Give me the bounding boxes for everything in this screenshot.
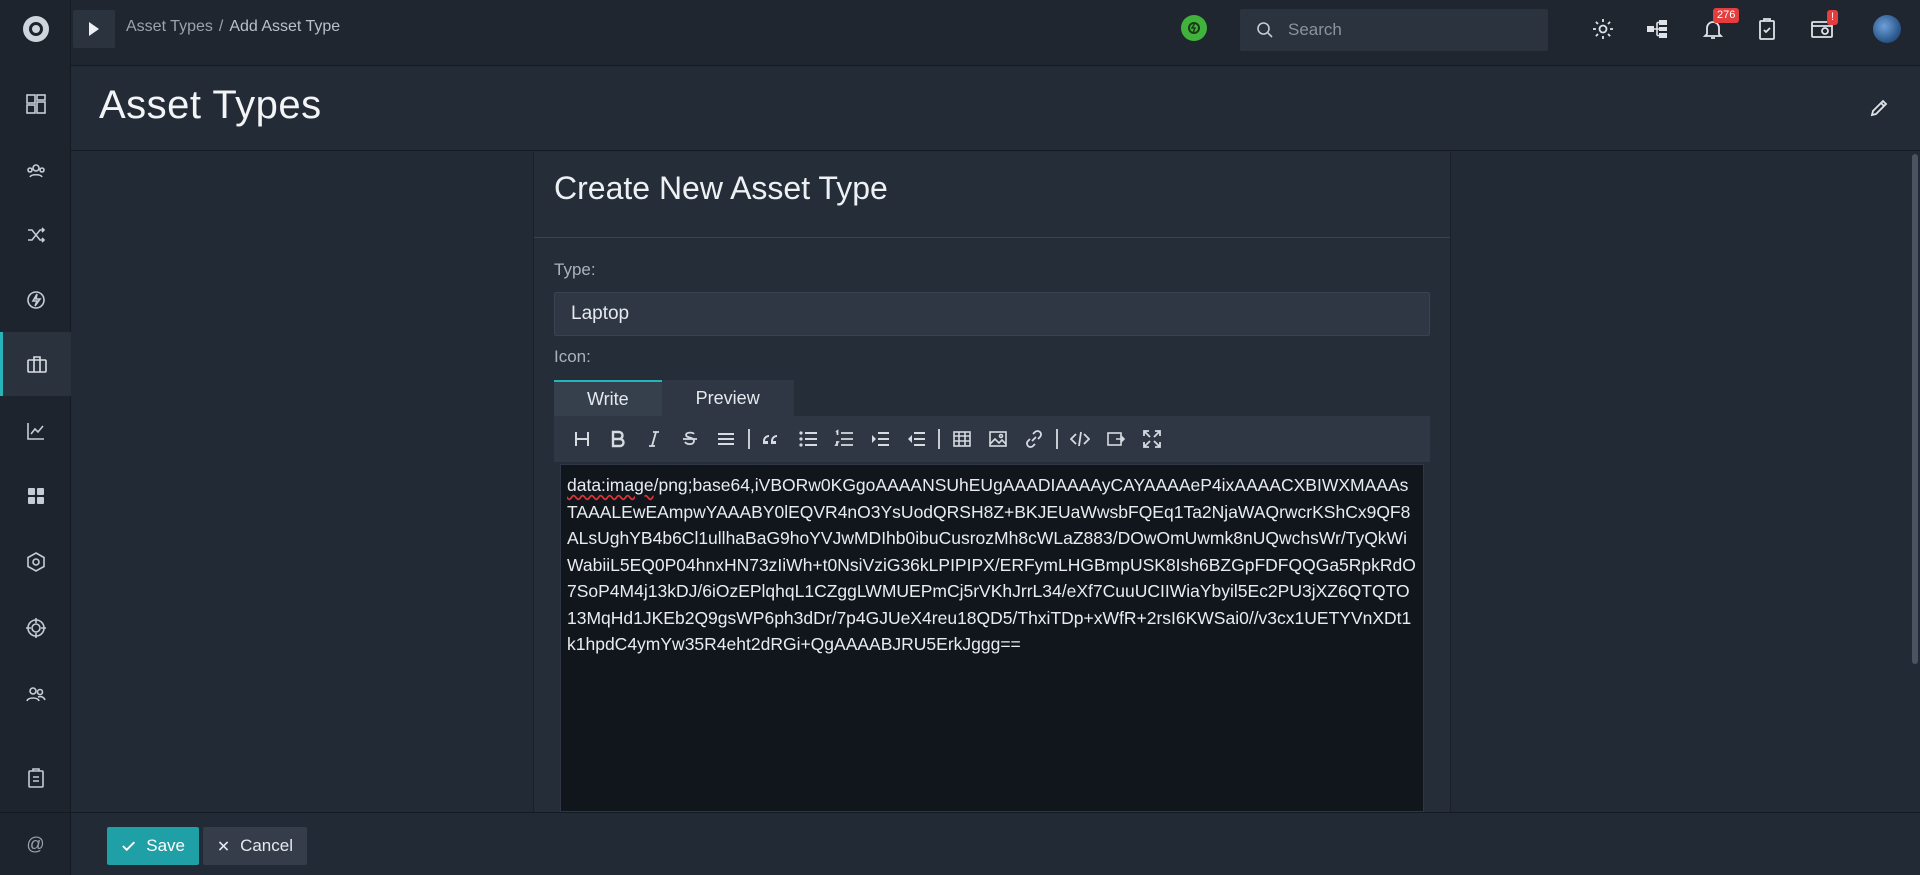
sidebar-toggle-button[interactable] <box>73 10 115 48</box>
create-asset-type-panel: Create New Asset Type Type: Icon: Write … <box>533 152 1451 812</box>
quote-icon[interactable] <box>754 421 790 457</box>
app-logo-icon[interactable] <box>0 0 71 57</box>
scrollbar-thumb[interactable] <box>1912 154 1918 664</box>
task-clipboard-icon[interactable] <box>1752 14 1782 44</box>
cancel-button[interactable]: Cancel <box>203 827 307 865</box>
table-icon[interactable] <box>944 421 980 457</box>
editor-toolbar <box>554 416 1430 462</box>
tab-write[interactable]: Write <box>554 380 662 416</box>
link-icon[interactable] <box>1016 421 1052 457</box>
icon-label: Icon: <box>554 347 591 366</box>
system-alert-icon[interactable]: ! <box>1807 10 1839 44</box>
status-indicator-icon[interactable] <box>1181 15 1207 41</box>
cancel-button-label: Cancel <box>240 836 293 855</box>
briefcase-icon[interactable] <box>0 332 71 396</box>
bolt-icon[interactable] <box>0 268 71 332</box>
users-icon[interactable] <box>0 662 71 726</box>
user-avatar[interactable] <box>1873 15 1901 43</box>
bold-icon[interactable] <box>600 421 636 457</box>
editor-tabs: Write Preview <box>554 380 794 416</box>
hexagon-icon[interactable] <box>0 530 71 594</box>
search-input[interactable] <box>1288 20 1518 40</box>
form-footer: Save Cancel <box>71 812 1920 875</box>
strikethrough-icon[interactable] <box>672 421 708 457</box>
alert-badge: ! <box>1827 10 1839 25</box>
editor-text-prefix: data:image <box>567 475 654 495</box>
toolbar-separator <box>748 429 750 449</box>
dashboard-icon[interactable] <box>0 72 71 136</box>
page-title: Asset Types <box>99 83 322 127</box>
page-header: Asset Types <box>71 67 1920 151</box>
toolbar-separator <box>938 429 940 449</box>
divider <box>534 237 1450 238</box>
left-sidebar: @ <box>0 0 71 875</box>
fullscreen-icon[interactable] <box>1134 421 1170 457</box>
page-scrollbar[interactable] <box>1910 152 1920 664</box>
analytics-icon[interactable] <box>0 399 71 463</box>
notifications-bell-icon[interactable]: 276 <box>1698 8 1740 44</box>
type-label: Type: <box>554 260 596 279</box>
horizontal-rule-icon[interactable] <box>708 421 744 457</box>
close-icon <box>218 841 229 851</box>
heading-icon[interactable] <box>564 421 600 457</box>
numbered-list-icon[interactable] <box>826 421 862 457</box>
search-icon <box>1257 22 1273 38</box>
shuffle-icon[interactable] <box>0 203 71 267</box>
at-sign-icon[interactable]: @ <box>0 812 71 875</box>
tab-preview[interactable]: Preview <box>661 380 794 416</box>
breadcrumb: Asset Types / Add Asset Type <box>126 18 341 35</box>
editor-text: /png;base64,iVBORw0KGgoAAAANSUhEUgAAADIA… <box>567 475 1416 654</box>
type-input[interactable] <box>554 292 1430 336</box>
indent-icon[interactable] <box>862 421 898 457</box>
bullet-list-icon[interactable] <box>790 421 826 457</box>
hierarchy-icon[interactable] <box>1642 14 1672 44</box>
search-box[interactable] <box>1240 9 1548 51</box>
edit-pencil-icon[interactable] <box>1868 97 1890 119</box>
breadcrumb-parent[interactable]: Asset Types <box>126 18 213 35</box>
toolbar-separator <box>1056 429 1058 449</box>
notification-count-badge: 276 <box>1713 8 1740 23</box>
preview-toggle-icon[interactable] <box>1098 421 1134 457</box>
form-title: Create New Asset Type <box>554 170 888 206</box>
code-icon[interactable] <box>1062 421 1098 457</box>
italic-icon[interactable] <box>636 421 672 457</box>
breadcrumb-current: Add Asset Type <box>229 18 341 35</box>
settings-gear-icon[interactable] <box>1588 14 1618 44</box>
top-bar: Asset Types/Add Asset Type 276 ! <box>71 0 1920 66</box>
play-icon <box>89 22 99 36</box>
check-icon <box>122 841 136 852</box>
icon-markdown-editor[interactable]: data:image/png;base64,iVBORw0KGgoAAAANSU… <box>560 464 1424 812</box>
save-button-label: Save <box>146 836 185 855</box>
clipboard-icon[interactable] <box>0 746 71 810</box>
outdent-icon[interactable] <box>898 421 934 457</box>
apps-icon[interactable] <box>0 464 71 528</box>
image-icon[interactable] <box>980 421 1016 457</box>
save-button[interactable]: Save <box>107 827 199 865</box>
team-icon[interactable] <box>0 139 71 203</box>
target-icon[interactable] <box>0 596 71 660</box>
